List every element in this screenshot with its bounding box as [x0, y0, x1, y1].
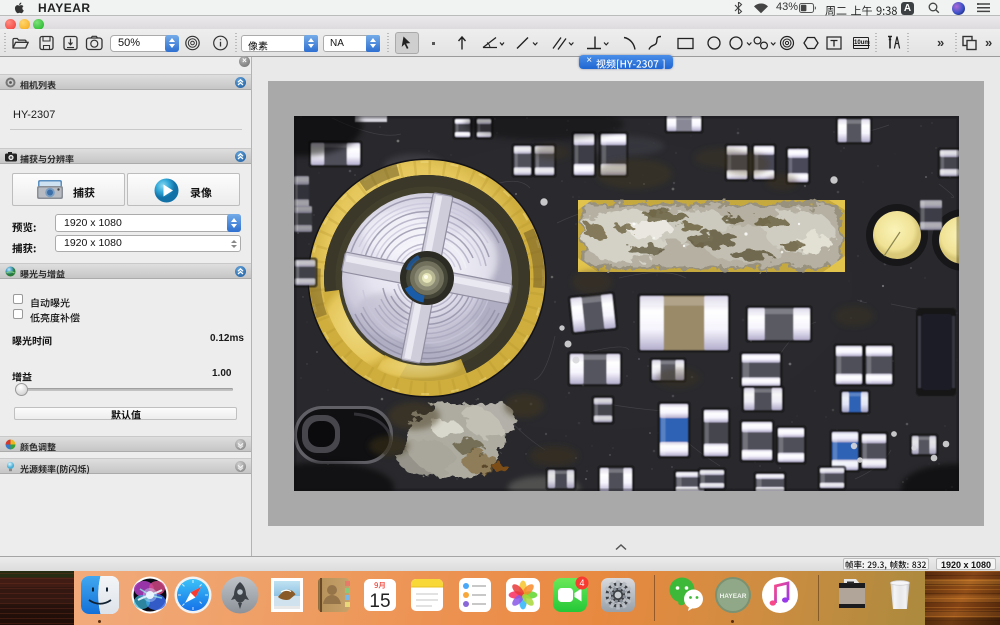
- svg-text:15: 15: [369, 591, 390, 612]
- svg-text:HAYEAR: HAYEAR: [720, 593, 747, 600]
- svg-text:4: 4: [579, 578, 584, 588]
